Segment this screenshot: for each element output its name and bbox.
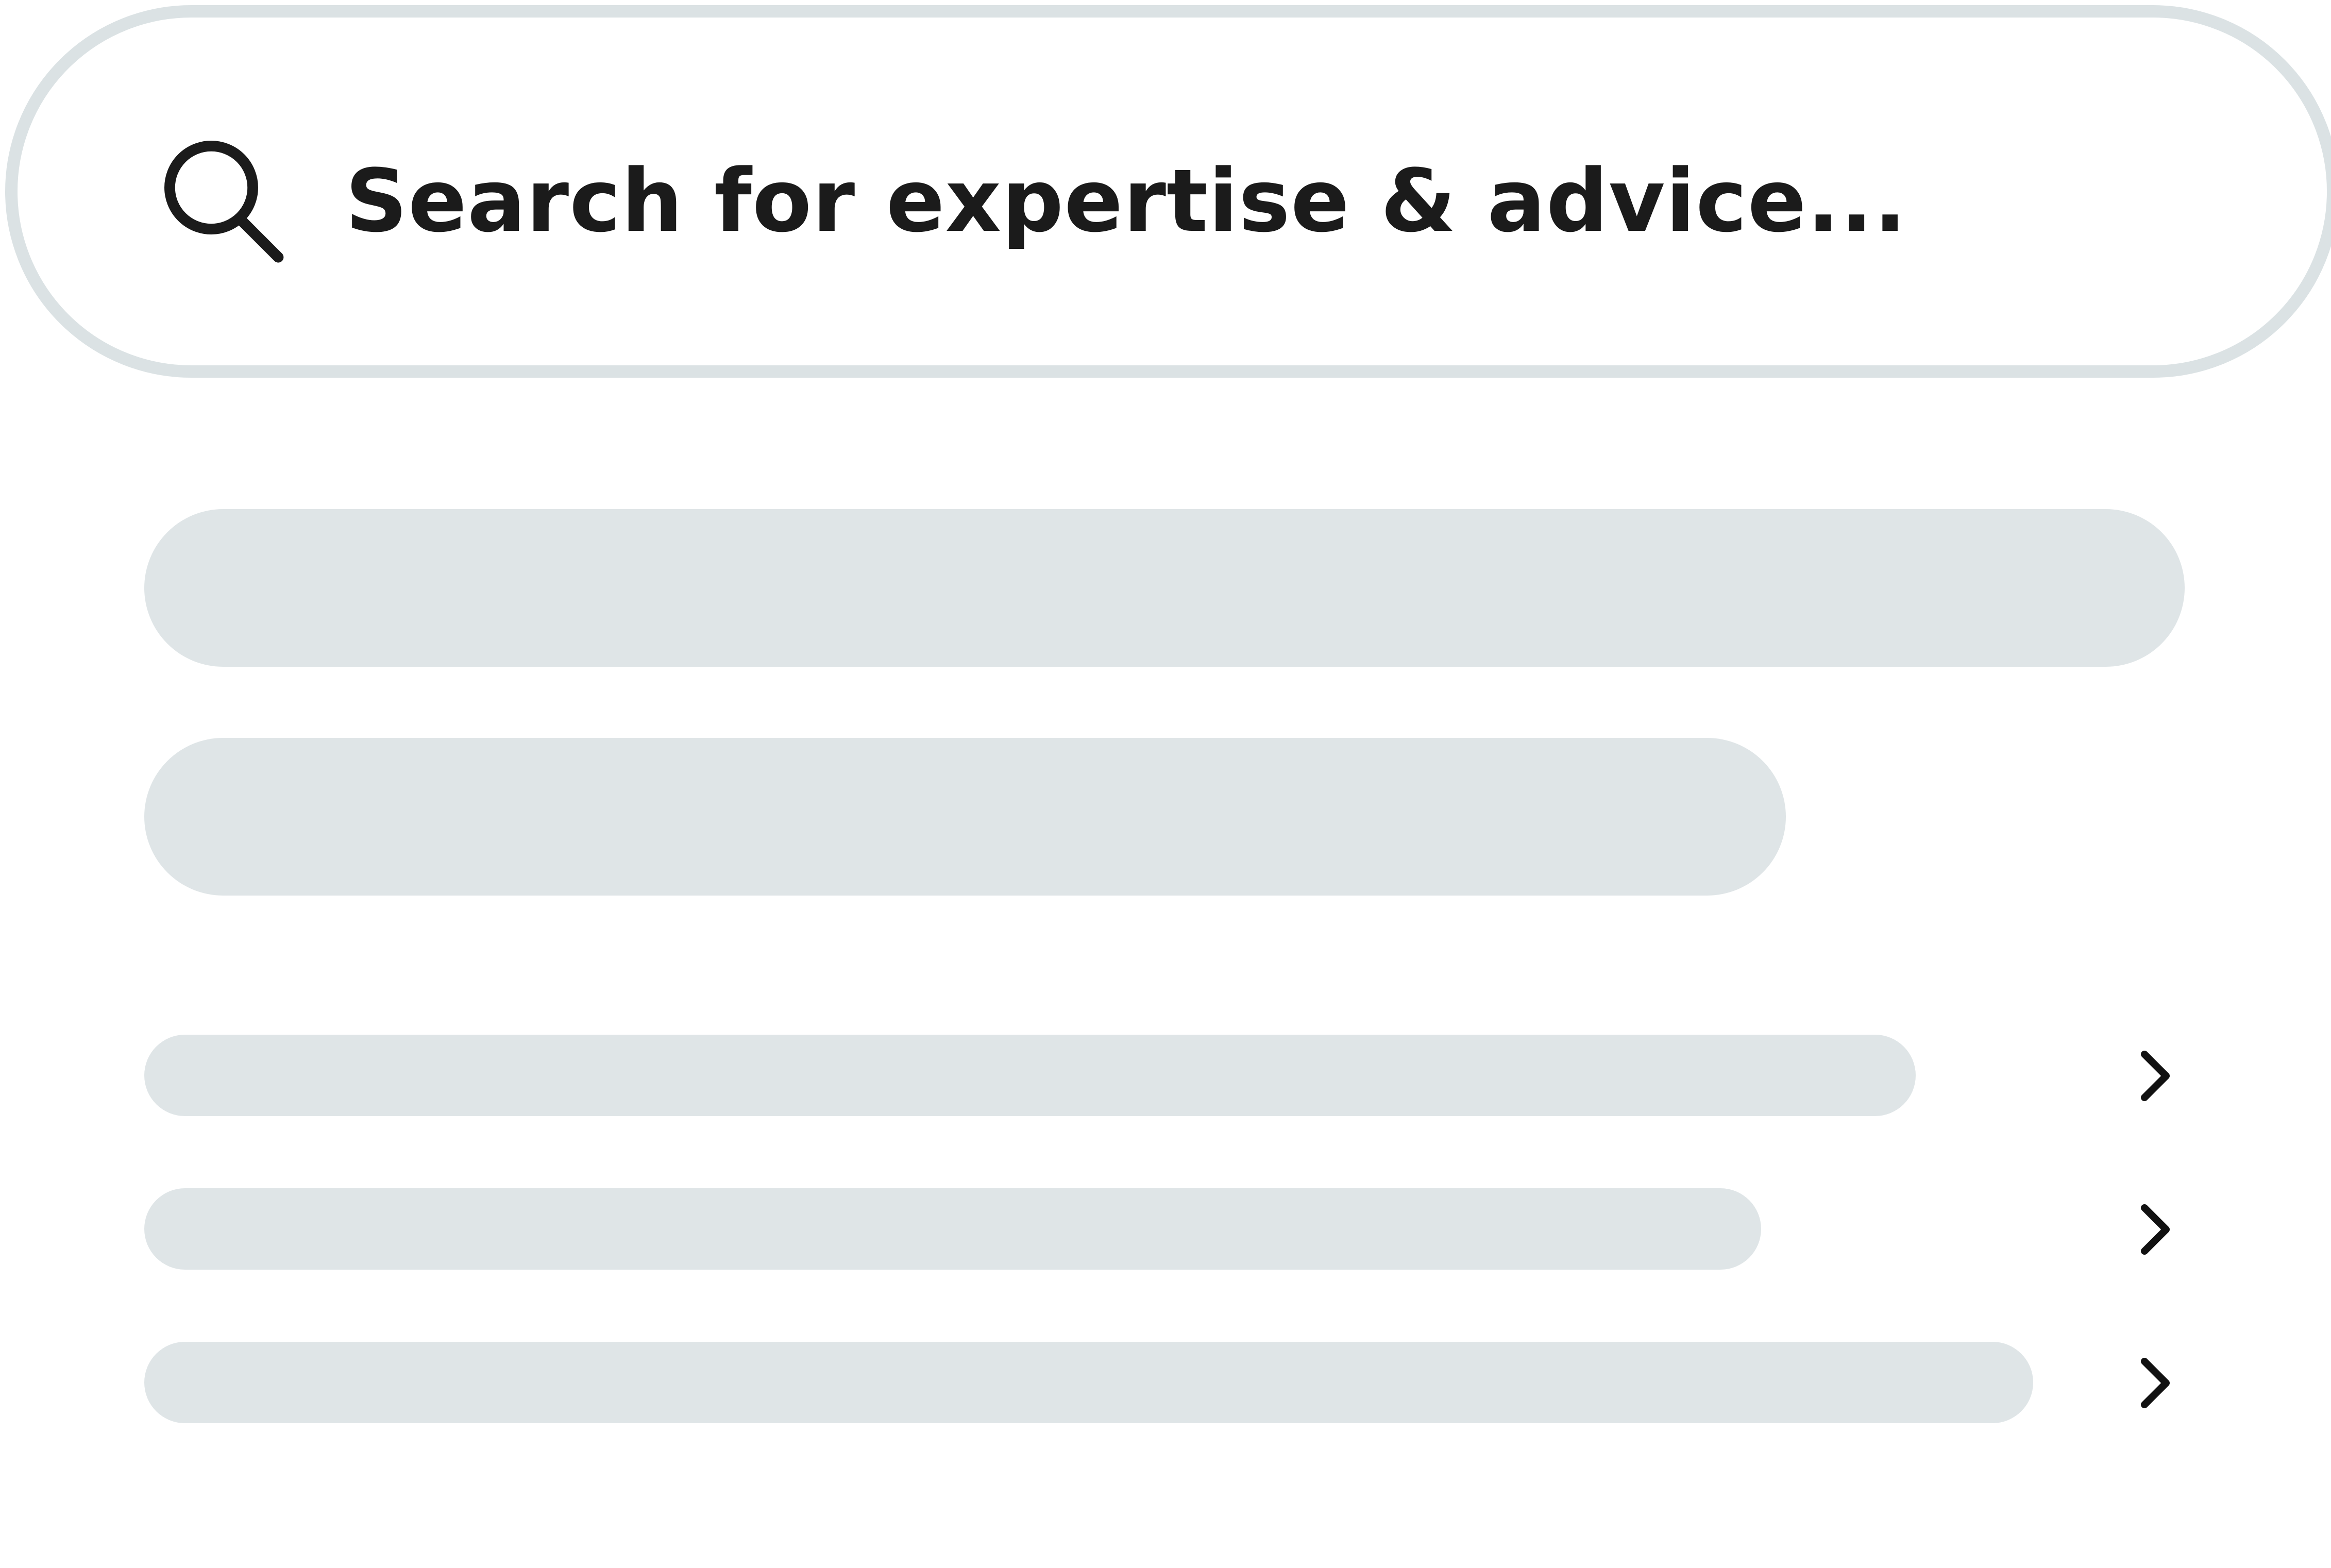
search-input[interactable]: Search for expertise & advice...: [345, 142, 1907, 260]
chevron-right-icon[interactable]: [2137, 1357, 2178, 1409]
search-bar[interactable]: Search for expertise & advice...: [5, 5, 2331, 378]
skeleton-subtitle-line: [144, 738, 1786, 896]
skeleton-result-row[interactable]: [144, 1188, 1761, 1270]
skeleton-title-line: [144, 509, 2185, 667]
chevron-right-icon[interactable]: [2137, 1204, 2178, 1255]
search-icon: [164, 141, 284, 263]
skeleton-result-row[interactable]: [144, 1342, 2033, 1423]
chevron-right-icon[interactable]: [2137, 1050, 2178, 1102]
skeleton-result-row[interactable]: [144, 1035, 1916, 1116]
